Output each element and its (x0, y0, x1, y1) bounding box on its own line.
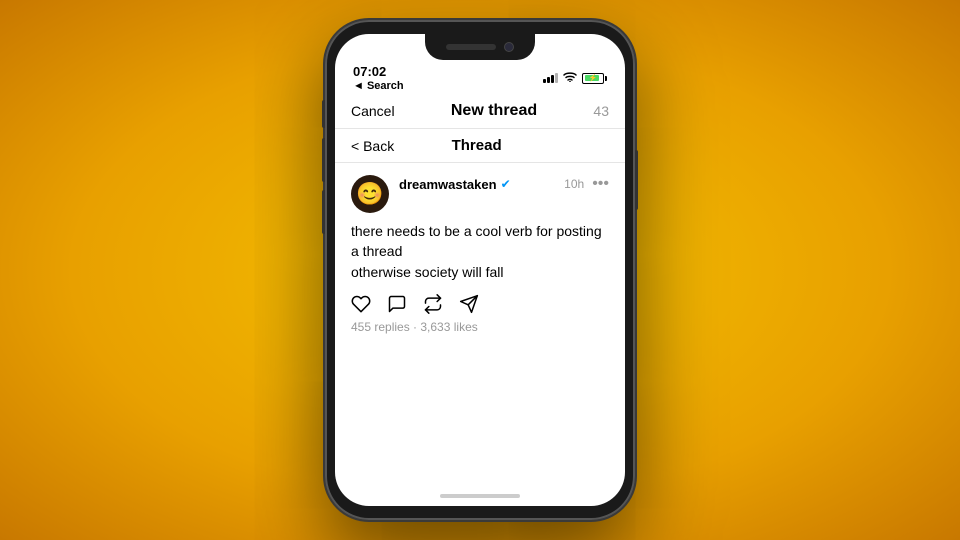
volume-up-button (322, 138, 325, 182)
post-text-line2: otherwise society will fall (351, 264, 504, 280)
post-meta: dreamwastaken ✔ 10h ••• (399, 175, 609, 193)
avatar-image: 😊 (356, 181, 383, 207)
back-button[interactable]: < Back (351, 138, 394, 154)
comment-button[interactable] (387, 294, 407, 314)
more-button[interactable]: ••• (592, 175, 609, 193)
inner-nav: < Back Thread (335, 129, 625, 163)
post-time: 10h (564, 177, 584, 191)
phone-screen: 07:02 ◄ Search (335, 34, 625, 506)
power-button (635, 150, 638, 210)
speaker (446, 44, 496, 50)
cancel-button[interactable]: Cancel (351, 103, 395, 119)
status-left: 07:02 ◄ Search (353, 64, 404, 92)
mute-button (322, 100, 325, 128)
notch (425, 34, 535, 60)
signal-bar-3 (551, 75, 554, 83)
repost-button[interactable] (423, 294, 443, 314)
post-header: 😊 dreamwastaken ✔ 10h ••• (351, 175, 609, 213)
thread-title: Thread (452, 137, 502, 154)
share-button[interactable] (459, 294, 479, 314)
signal-bar-4 (555, 73, 558, 83)
volume-down-button (322, 190, 325, 234)
post-text-line1: there needs to be a cool verb for postin… (351, 223, 602, 259)
status-search: ◄ Search (353, 80, 404, 92)
wifi-icon (563, 71, 577, 85)
front-camera (504, 42, 514, 52)
battery-icon: ⚡ (582, 73, 607, 84)
action-bar (351, 294, 609, 314)
verified-icon: ✔ (501, 177, 511, 191)
new-thread-title: New thread (451, 102, 537, 120)
post-stats: 455 replies · 3,633 likes (351, 320, 609, 334)
status-right: ⚡ (543, 71, 607, 85)
char-count: 43 (593, 103, 609, 119)
post-text: there needs to be a cool verb for postin… (351, 221, 609, 282)
status-time: 07:02 (353, 64, 404, 79)
home-bar (440, 494, 520, 498)
home-indicator (335, 486, 625, 506)
signal-bar-2 (547, 77, 550, 83)
username[interactable]: dreamwastaken (399, 177, 497, 192)
new-thread-header: Cancel New thread 43 (335, 96, 625, 129)
signal-bars (543, 73, 558, 83)
phone-frame: 07:02 ◄ Search (325, 20, 635, 520)
like-button[interactable] (351, 294, 371, 314)
signal-bar-1 (543, 79, 546, 83)
post-area: 😊 dreamwastaken ✔ 10h ••• there needs to… (335, 163, 625, 486)
avatar[interactable]: 😊 (351, 175, 389, 213)
